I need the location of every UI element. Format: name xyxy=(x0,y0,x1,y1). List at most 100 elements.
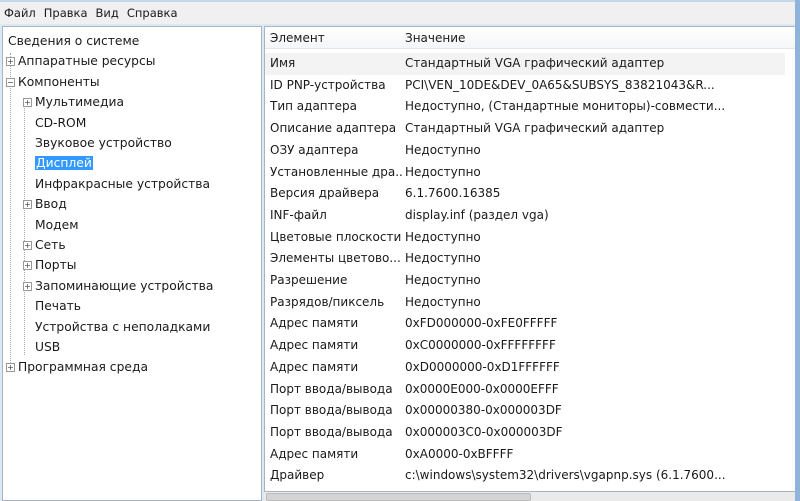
row-value: 6.1.7600.16385 xyxy=(405,186,501,201)
category-tree[interactable]: Сведения о системе + Аппаратные ресурсы − Ко… xyxy=(2,26,262,501)
tree-item-label: Звуковое устройство xyxy=(35,136,172,150)
table-row[interactable]: Версия драйвера 6.1.7600.16385 xyxy=(265,183,795,205)
table-row[interactable]: Цветовые плоскости Недоступно xyxy=(265,227,795,249)
horizontal-scrollbar[interactable] xyxy=(264,492,796,501)
row-element: Элементы цветово... xyxy=(270,251,401,266)
row-value: 0x0000E000-0x0000EFFF xyxy=(405,381,559,396)
table-row[interactable]: Разрядов/пиксель Недоступно xyxy=(265,292,795,314)
table-row[interactable]: Адрес памяти 0xFD000000-0xFE0FFFFF xyxy=(265,313,795,335)
row-element: Адрес памяти xyxy=(270,359,359,374)
menu-bar: Файл Правка Вид Справка xyxy=(0,0,800,24)
row-value: Недоступно xyxy=(405,273,481,287)
expand-icon[interactable]: + xyxy=(23,261,32,271)
table-row[interactable]: Элементы цветово... Недоступно xyxy=(265,248,795,270)
row-value: 0xFD000000-0xFE0FFFFF xyxy=(405,316,558,331)
row-value: Стандартный VGA графический адаптер xyxy=(405,121,665,136)
row-value: Недоступно xyxy=(405,251,481,266)
tree-item[interactable]: Сведения о системе xyxy=(8,31,139,51)
table-row[interactable]: Установленные дра... Недоступно xyxy=(265,162,795,184)
row-element: Установленные дра... xyxy=(270,164,403,179)
table-row[interactable]: Адрес памяти 0xD0000000-0xD1FFFFFF xyxy=(265,357,795,379)
tree-item[interactable]: CD-ROM xyxy=(23,113,86,133)
expand-icon[interactable]: + xyxy=(23,98,32,108)
table-row[interactable]: Адрес памяти 0xA0000-0xBFFFF xyxy=(265,444,795,466)
tree-item[interactable]: + Ввод xyxy=(23,194,67,214)
table-row[interactable]: Порт ввода/вывода 0x0000E000-0x0000EFFF xyxy=(265,379,795,401)
row-value: Недоступно xyxy=(405,164,481,179)
menu-item[interactable]: Правка xyxy=(44,6,88,20)
expand-icon[interactable]: + xyxy=(23,200,32,210)
table-row[interactable]: Порт ввода/вывода 0x00000380-0x000003DF xyxy=(265,400,795,422)
window-frame xyxy=(795,0,800,501)
row-element: Порт ввода/вывода xyxy=(270,381,393,396)
column-header-value[interactable]: Значение xyxy=(405,27,465,49)
row-value: Недоступно, (Стандартные мониторы)-совме… xyxy=(405,99,726,114)
menu-item[interactable]: Файл xyxy=(4,6,36,20)
tree-item-label: Аппаратные ресурсы xyxy=(18,54,156,69)
collapse-icon[interactable]: − xyxy=(6,77,15,87)
details-list[interactable]: Элемент Значение Имя Стандартный VGA граф… xyxy=(264,26,796,492)
tree-item[interactable]: + Порты xyxy=(23,255,76,275)
tree-item[interactable]: + Программная среда xyxy=(6,357,148,377)
table-row[interactable]: Имя Стандартный VGA графический адаптер xyxy=(265,53,785,75)
scrollbar-thumb[interactable] xyxy=(266,493,531,501)
tree-item-label: Программная среда xyxy=(18,360,148,375)
row-element: ОЗУ адаптера xyxy=(270,142,359,157)
table-row[interactable]: INF-файл display.inf (раздел vga) xyxy=(265,205,795,227)
menu-item[interactable]: Справка xyxy=(127,6,178,20)
table-row[interactable]: Разрешение Недоступно xyxy=(265,270,795,292)
tree-item-label: Порты xyxy=(35,258,77,273)
tree-item[interactable]: Печать xyxy=(23,296,81,316)
tree-item-label: Печать xyxy=(35,299,82,314)
row-value: Недоступно xyxy=(405,294,481,309)
tree-item[interactable]: Модем xyxy=(23,215,78,235)
tree-item-label: Дисплей xyxy=(35,156,93,171)
expand-icon[interactable]: + xyxy=(6,57,15,67)
column-header-element[interactable]: Элемент xyxy=(270,27,325,49)
tree-item-label: Мультимедиа xyxy=(35,95,125,110)
table-row[interactable]: ID PNP-устройства PCI\VEN_10DE&DEV_0A65&S… xyxy=(265,75,795,97)
tree-item-label: Модем xyxy=(35,217,79,232)
tree-item-label: Сеть xyxy=(35,238,66,252)
row-element: Разрядов/пиксель xyxy=(270,294,385,309)
row-value: 0xA0000-0xBFFFF xyxy=(405,446,514,461)
row-value: Недоступно xyxy=(405,142,481,157)
list-header: Элемент Значение xyxy=(265,27,795,49)
tree-item[interactable]: USB xyxy=(23,337,60,357)
table-row[interactable]: Описание адаптера Стандартный VGA графиче… xyxy=(265,118,795,140)
table-row[interactable]: Тип адаптера Недоступно, (Стандартные мон… xyxy=(265,96,795,118)
row-value: 0x000003C0-0x000003DF xyxy=(405,424,563,439)
row-element: Тип адаптера xyxy=(270,99,357,114)
tree-item[interactable]: Звуковое устройство xyxy=(23,133,172,153)
table-row[interactable]: Драйвер c:\windows\system32\drivers\vgapn… xyxy=(265,465,795,487)
row-value: 0x00000380-0x000003DF xyxy=(405,403,562,418)
tree-item[interactable]: + Запоминающие устройства xyxy=(23,276,213,296)
tree-item[interactable]: − Компоненты xyxy=(6,72,100,92)
table-row[interactable]: ОЗУ адаптера Недоступно xyxy=(265,140,795,162)
row-value: display.inf (раздел vga) xyxy=(405,207,549,222)
table-row[interactable]: Порт ввода/вывода 0x000003C0-0x000003DF xyxy=(265,422,795,444)
tree-item-label: Ввод xyxy=(35,197,67,212)
menu-item[interactable]: Вид xyxy=(96,6,119,20)
tree-item[interactable]: + Аппаратные ресурсы xyxy=(6,51,155,71)
table-row[interactable]: Адрес памяти 0xC0000000-0xFFFFFFFF xyxy=(265,335,795,357)
row-value: 0xC0000000-0xFFFFFFFF xyxy=(405,338,556,353)
row-value: PCI\VEN_10DE&DEV_0A65&SUBSYS_83821043&R.… xyxy=(405,77,715,92)
row-element: Разрешение xyxy=(270,273,348,287)
row-value: c:\windows\system32\drivers\vgapnp.sys (… xyxy=(405,468,726,483)
row-element: Версия драйвера xyxy=(270,186,380,201)
expand-icon[interactable]: + xyxy=(23,281,32,291)
expand-icon[interactable]: + xyxy=(23,241,32,250)
row-element: Порт ввода/вывода xyxy=(270,424,393,439)
tree-item[interactable]: + Мультимедиа xyxy=(23,92,124,112)
tree-item[interactable]: Инфракрасные устройства xyxy=(23,174,210,194)
tree-item-label: Устройства с неполадками xyxy=(35,319,211,334)
tree-line xyxy=(10,53,11,363)
row-element: Драйвер xyxy=(270,468,325,483)
tree-item-label: Инфракрасные устройства xyxy=(35,176,211,191)
tree-item[interactable]: Устройства с неполадками xyxy=(23,317,210,337)
row-element: Порт ввода/вывода xyxy=(270,403,393,418)
tree-item[interactable]: + Сеть xyxy=(23,235,66,255)
expand-icon[interactable]: + xyxy=(6,363,15,373)
tree-item[interactable]: Дисплей xyxy=(23,153,93,173)
